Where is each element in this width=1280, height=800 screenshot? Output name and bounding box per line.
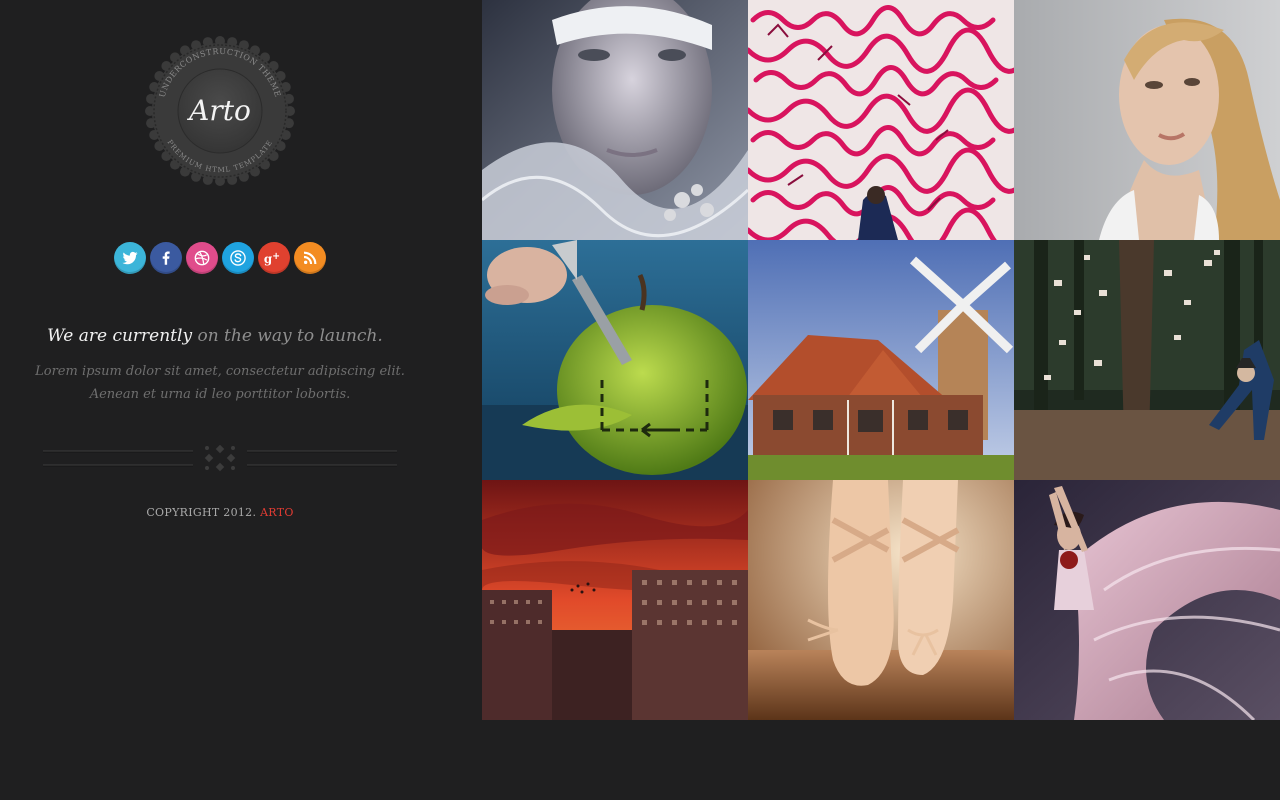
description: Lorem ipsum dolor sit amet, consectetur … — [0, 360, 440, 406]
google-plus-icon: g + — [264, 251, 280, 266]
description-line-2: Aenean et urna id leo porttitor lobortis… — [89, 387, 351, 402]
rss-button[interactable] — [294, 242, 326, 274]
gallery-tile-flowing-dress[interactable] — [1014, 480, 1280, 720]
gallery-tile-red-sky-city[interactable] — [482, 480, 748, 720]
copyright-text: COPYRIGHT 2012. — [146, 506, 257, 519]
facebook-button[interactable] — [150, 242, 182, 274]
social-links: g + — [114, 242, 326, 274]
brand-name: Arto — [186, 94, 251, 127]
google-plus-button[interactable]: g + — [258, 242, 290, 274]
gallery-tile-blonde-portrait[interactable] — [1014, 0, 1280, 240]
skype-icon — [230, 250, 246, 266]
dribbble-icon — [194, 250, 210, 266]
gallery-tile-frosted-face[interactable] — [482, 0, 748, 240]
dribbble-button[interactable] — [186, 242, 218, 274]
tagline: We are currently on the way to launch. — [0, 326, 430, 346]
tagline-strong: We are currently — [47, 326, 193, 346]
ornament-divider — [43, 444, 397, 473]
gallery-tile-apple-scalpel[interactable] — [482, 240, 748, 480]
brand-logo[interactable]: UNDERCONSTRUCTION THEME PREMIUM HTML TEM… — [145, 36, 295, 186]
gallery-tile-ballet-shoes[interactable] — [748, 480, 1014, 720]
photo-gallery — [482, 0, 1280, 720]
skype-button[interactable] — [222, 242, 254, 274]
twitter-button[interactable] — [114, 242, 146, 274]
copyright: COPYRIGHT 2012. ARTO — [0, 506, 440, 519]
twitter-icon — [122, 251, 138, 265]
copyright-brand-link[interactable]: ARTO — [260, 506, 294, 519]
gallery-tile-windmill[interactable] — [748, 240, 1014, 480]
svg-text:+: + — [272, 251, 280, 262]
gallery-tile-graffiti[interactable] — [748, 0, 1014, 240]
gallery-tile-forest-cards[interactable] — [1014, 240, 1280, 480]
facebook-icon — [162, 251, 170, 265]
sidebar: UNDERCONSTRUCTION THEME PREMIUM HTML TEM… — [0, 0, 482, 800]
rss-icon — [303, 251, 317, 265]
tagline-rest: on the way to launch. — [197, 326, 383, 346]
svg-text:g: g — [264, 252, 272, 266]
description-line-1: Lorem ipsum dolor sit amet, consectetur … — [35, 364, 405, 379]
